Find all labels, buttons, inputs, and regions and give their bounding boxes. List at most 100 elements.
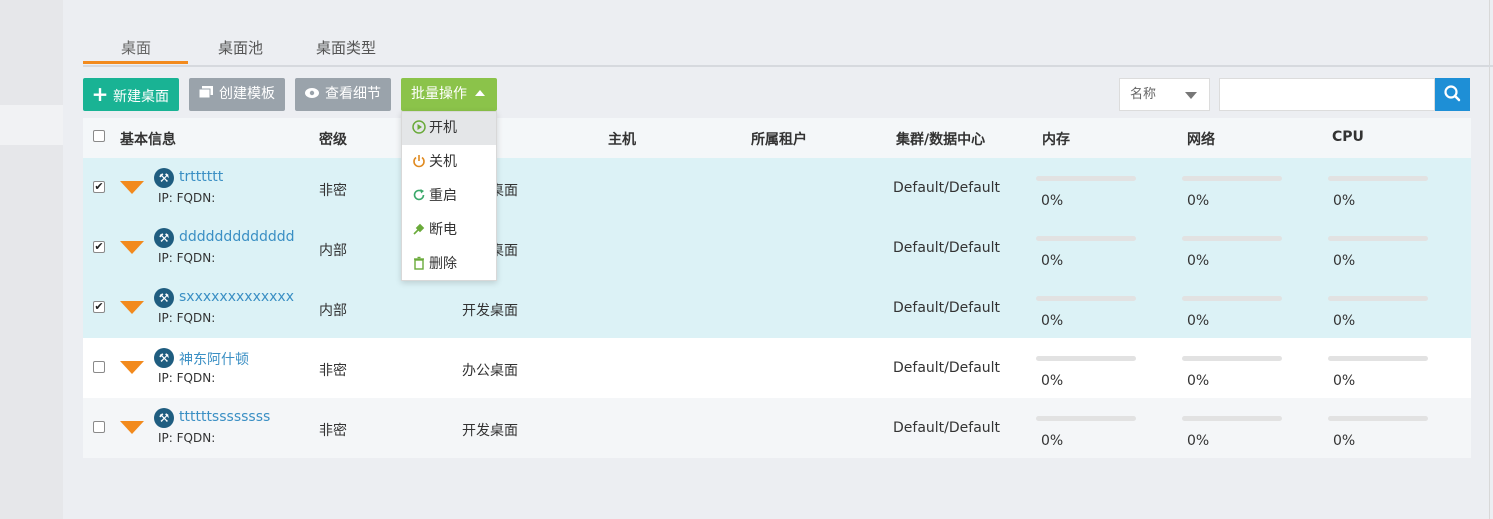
row-checkbox[interactable]: ✔ bbox=[93, 181, 105, 193]
cpu-bar bbox=[1328, 416, 1428, 421]
tools-icon: ⚒ bbox=[154, 348, 174, 368]
view-details-button[interactable]: 查看细节 bbox=[295, 78, 391, 111]
network-bar bbox=[1182, 176, 1282, 181]
expand-arrow-icon[interactable] bbox=[120, 241, 144, 254]
desktop-name-link[interactable]: ttttttssssssss bbox=[179, 409, 270, 425]
active-tab-indicator bbox=[83, 61, 188, 64]
col-network: 网络 bbox=[1187, 132, 1215, 148]
table-row[interactable]: ✔ ⚒ sxxxxxxxxxxxxx IP: FQDN: 内部 开发桌面 Default/D… bbox=[83, 278, 1471, 338]
ip-fqdn-label: IP: FQDN: bbox=[158, 431, 216, 445]
tab-bar: 桌面 桌面池 桌面类型 bbox=[83, 30, 1493, 67]
tab-desktop-type[interactable]: 桌面类型 bbox=[316, 37, 376, 58]
power-icon bbox=[413, 155, 425, 168]
expand-arrow-icon[interactable] bbox=[120, 361, 144, 374]
right-divider bbox=[1489, 0, 1490, 519]
batch-operations-button[interactable]: 批量操作 bbox=[401, 78, 497, 111]
tab-desktop[interactable]: 桌面 bbox=[121, 37, 151, 58]
cluster-cell: Default/Default bbox=[893, 360, 1001, 376]
network-bar bbox=[1182, 236, 1282, 241]
network-value: 0% bbox=[1187, 193, 1210, 209]
row-checkbox[interactable] bbox=[93, 421, 105, 433]
security-cell: 内部 bbox=[319, 303, 347, 319]
search-input[interactable] bbox=[1219, 78, 1435, 111]
eye-icon bbox=[303, 78, 321, 111]
type-cell: 办公桌面 bbox=[462, 363, 518, 379]
create-template-label: 创建模板 bbox=[219, 86, 275, 102]
row-checkbox[interactable]: ✔ bbox=[93, 301, 105, 313]
view-details-label: 查看细节 bbox=[325, 86, 381, 102]
left-sidebar bbox=[0, 0, 63, 519]
create-template-button[interactable]: 创建模板 bbox=[189, 78, 285, 111]
table-header: 基本信息 密级 类型 主机 所属租户 集群/数据中心 内存 网络 CPU bbox=[83, 118, 1471, 159]
batch-operations-label: 批量操作 bbox=[411, 86, 467, 102]
cpu-bar bbox=[1328, 296, 1428, 301]
desktop-name-link[interactable]: 神东阿什顿 bbox=[179, 349, 249, 369]
security-cell: 非密 bbox=[319, 423, 347, 439]
expand-arrow-icon[interactable] bbox=[120, 181, 144, 194]
network-bar bbox=[1182, 416, 1282, 421]
expand-arrow-icon[interactable] bbox=[120, 301, 144, 314]
cpu-bar bbox=[1328, 236, 1428, 241]
network-bar bbox=[1182, 296, 1282, 301]
memory-value: 0% bbox=[1041, 193, 1064, 209]
search-field-select[interactable]: 名称 bbox=[1119, 78, 1210, 111]
cpu-bar bbox=[1328, 176, 1428, 181]
network-value: 0% bbox=[1187, 373, 1210, 389]
caret-up-icon bbox=[475, 90, 485, 96]
cpu-value: 0% bbox=[1333, 253, 1356, 269]
desktop-name-link[interactable]: sxxxxxxxxxxxxx bbox=[179, 289, 294, 305]
desktop-name-link[interactable]: ddddddddddddd bbox=[179, 229, 295, 245]
menu-item-power-on[interactable]: 开机 bbox=[402, 112, 496, 145]
col-basic-info: 基本信息 bbox=[120, 132, 176, 148]
security-cell: 内部 bbox=[319, 243, 347, 259]
chevron-down-icon bbox=[1185, 92, 1197, 99]
search-button[interactable] bbox=[1435, 78, 1470, 111]
menu-item-delete[interactable]: 删除 bbox=[402, 248, 496, 281]
col-cluster: 集群/数据中心 bbox=[896, 132, 986, 148]
tab-desktop-pool[interactable]: 桌面池 bbox=[218, 37, 263, 58]
table-row[interactable]: ⚒ 神东阿什顿 IP: FQDN: 非密 办公桌面 Default/Default 0% 0%… bbox=[83, 338, 1471, 398]
batch-operations-menu: 开机 关机 重启 断电 删除 bbox=[401, 111, 497, 281]
network-value: 0% bbox=[1187, 313, 1210, 329]
tools-icon: ⚒ bbox=[154, 288, 174, 308]
search-icon bbox=[1444, 85, 1461, 102]
security-cell: 非密 bbox=[319, 183, 347, 199]
col-cpu: CPU bbox=[1332, 129, 1364, 145]
trash-icon bbox=[414, 256, 424, 270]
tools-icon: ⚒ bbox=[154, 168, 174, 188]
memory-value: 0% bbox=[1041, 313, 1064, 329]
menu-item-power-off[interactable]: 断电 bbox=[402, 214, 496, 247]
plus-icon: + bbox=[91, 82, 109, 106]
menu-label-power-off: 断电 bbox=[429, 222, 457, 238]
ip-fqdn-label: IP: FQDN: bbox=[158, 311, 216, 325]
table-row[interactable]: ✔⚒dddddddddddddIP: FQDN:内部办公桌面Default/De… bbox=[83, 218, 1471, 278]
table-row[interactable]: ⚒ ttttttssssssss IP: FQDN: 非密 开发桌面 Default/De… bbox=[83, 398, 1471, 458]
cpu-value: 0% bbox=[1333, 433, 1356, 449]
refresh-icon bbox=[413, 189, 425, 201]
ip-fqdn-label: IP: FQDN: bbox=[158, 371, 216, 385]
col-security: 密级 bbox=[319, 132, 347, 148]
col-tenant: 所属租户 bbox=[751, 132, 807, 148]
row-checkbox[interactable]: ✔ bbox=[93, 241, 105, 253]
new-desktop-button[interactable]: + 新建桌面 bbox=[83, 78, 179, 111]
network-value: 0% bbox=[1187, 253, 1210, 269]
sidebar-highlight bbox=[0, 105, 63, 145]
memory-value: 0% bbox=[1041, 253, 1064, 269]
network-value: 0% bbox=[1187, 433, 1210, 449]
network-bar bbox=[1182, 356, 1282, 361]
search-field-label: 名称 bbox=[1130, 87, 1157, 102]
expand-arrow-icon[interactable] bbox=[120, 421, 144, 434]
memory-value: 0% bbox=[1041, 433, 1064, 449]
desktop-name-link[interactable]: trtttttt bbox=[179, 169, 223, 185]
cpu-value: 0% bbox=[1333, 373, 1356, 389]
select-all-checkbox[interactable] bbox=[93, 130, 105, 142]
type-cell: 开发桌面 bbox=[462, 303, 518, 319]
menu-item-restart[interactable]: 重启 bbox=[402, 180, 496, 213]
tools-icon: ⚒ bbox=[154, 408, 174, 428]
menu-item-shutdown[interactable]: 关机 bbox=[402, 146, 496, 179]
table-row[interactable]: ✔⚒trttttttIP: FQDN:非密开发桌面Default/Default… bbox=[83, 158, 1471, 218]
menu-label-delete: 删除 bbox=[429, 256, 457, 272]
plug-icon bbox=[413, 223, 425, 235]
memory-value: 0% bbox=[1041, 373, 1064, 389]
row-checkbox[interactable] bbox=[93, 361, 105, 373]
